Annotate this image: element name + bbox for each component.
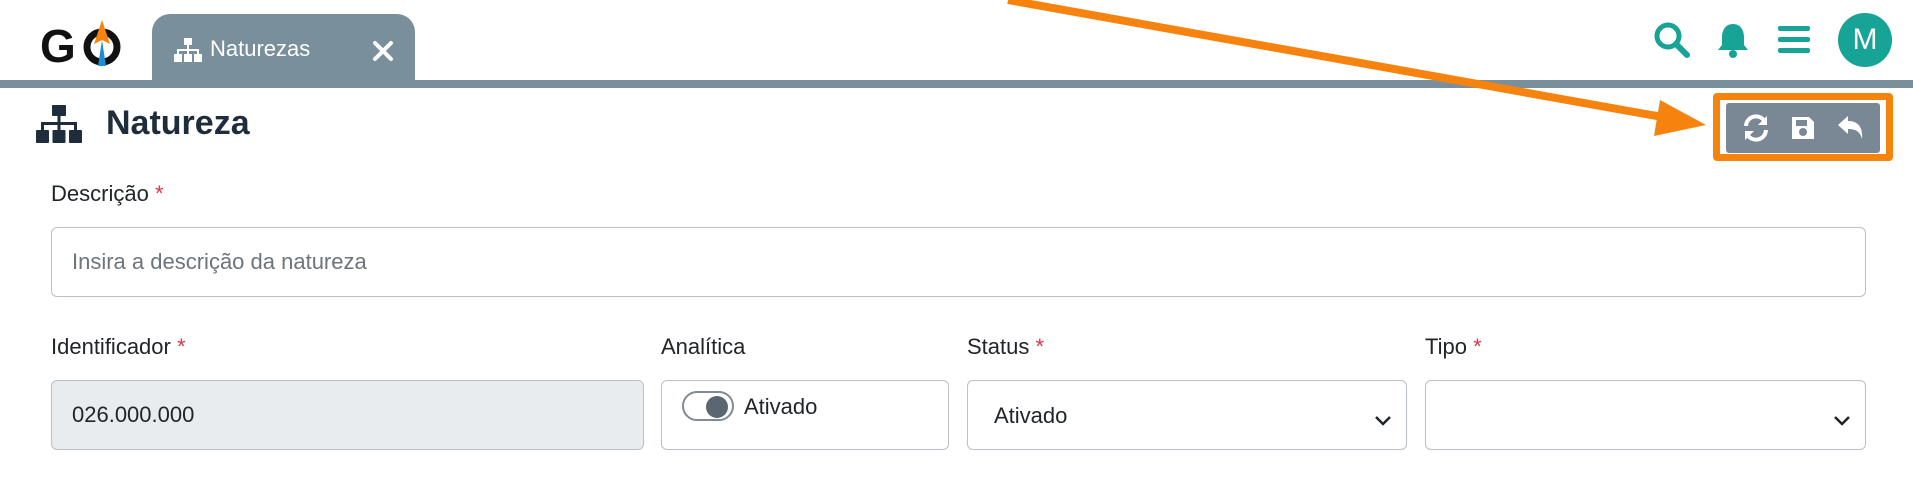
analitica-label: Analítica	[661, 334, 746, 359]
required-mark: *	[154, 181, 164, 206]
refresh-icon[interactable]	[1740, 112, 1772, 144]
analitica-toggle[interactable]	[682, 391, 734, 421]
chevron-down-icon	[1374, 407, 1392, 426]
save-icon[interactable]	[1787, 112, 1819, 144]
identificador-label: Identificador *	[51, 334, 186, 359]
top-bar-divider	[0, 80, 1913, 88]
toggle-knob	[706, 396, 728, 418]
menu-icon[interactable]	[1774, 20, 1814, 60]
chevron-down-icon	[1833, 407, 1851, 426]
required-mark: *	[1473, 334, 1482, 359]
tab-naturezas[interactable]: Naturezas	[152, 14, 415, 84]
descricao-input[interactable]	[51, 227, 1866, 297]
top-bar: G Naturezas M	[0, 0, 1913, 84]
avatar[interactable]: M	[1838, 13, 1892, 67]
identificador-input[interactable]	[51, 380, 644, 450]
status-select-value: Ativado	[994, 403, 1068, 428]
sitemap-icon	[174, 38, 202, 62]
required-mark: *	[176, 334, 186, 359]
undo-icon[interactable]	[1834, 112, 1866, 144]
close-icon[interactable]	[372, 40, 394, 62]
search-icon[interactable]	[1652, 20, 1692, 60]
descricao-label: Descrição *	[51, 181, 164, 206]
analitica-field: Ativado	[661, 380, 949, 450]
page-title: Natureza	[106, 104, 250, 142]
status-select[interactable]: Ativado	[967, 380, 1407, 450]
bell-icon[interactable]	[1713, 20, 1753, 60]
analitica-toggle-label: Ativado	[744, 394, 818, 419]
tab-label: Naturezas	[210, 36, 311, 61]
svg-text:G: G	[40, 20, 76, 72]
required-mark: *	[1035, 334, 1045, 359]
tipo-select[interactable]	[1425, 380, 1866, 450]
action-toolbar	[1726, 103, 1880, 153]
tipo-label: Tipo *	[1425, 334, 1482, 359]
sitemap-icon	[36, 105, 82, 143]
app-logo[interactable]: G	[40, 14, 130, 74]
status-label: Status *	[967, 334, 1045, 359]
